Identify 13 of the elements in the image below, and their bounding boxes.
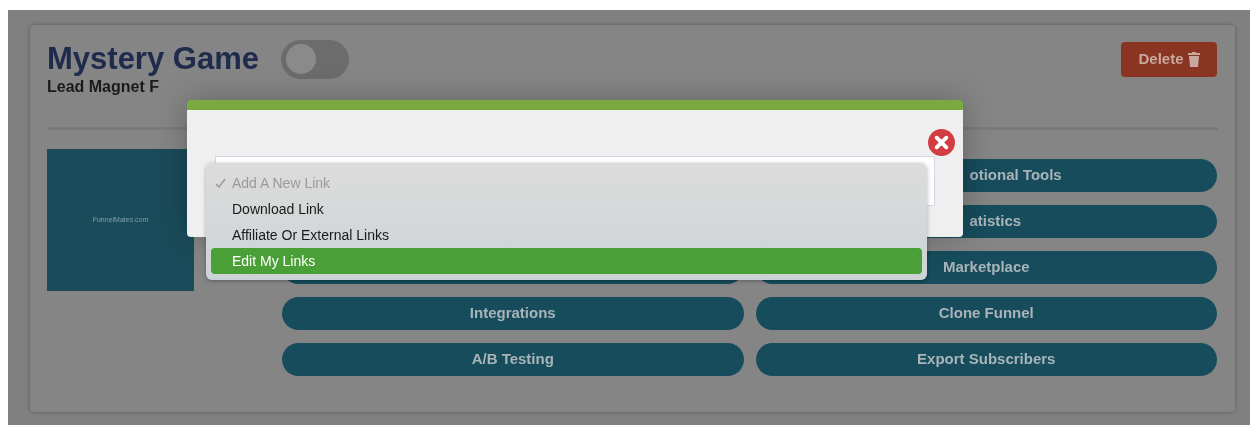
funnel-action-button[interactable]: Integrations [282, 297, 744, 330]
close-icon[interactable] [928, 129, 955, 156]
toggle-knob [285, 44, 316, 74]
funnel-title: Mystery Game [47, 40, 259, 78]
delete-button[interactable]: Delete [1121, 42, 1217, 77]
check-icon [215, 177, 226, 189]
toggle-switch[interactable] [280, 39, 349, 79]
funnel-action-button[interactable]: Clone Funnel [755, 297, 1217, 330]
trash-icon [1187, 52, 1200, 67]
funnel-action-button[interactable]: Export Subscribers [755, 343, 1217, 376]
funnel-subtitle: Lead Magnet F [47, 78, 160, 96]
dropdown-option[interactable]: Edit My Links [211, 248, 922, 274]
funnel-action-button[interactable]: A/B Testing [282, 343, 744, 376]
